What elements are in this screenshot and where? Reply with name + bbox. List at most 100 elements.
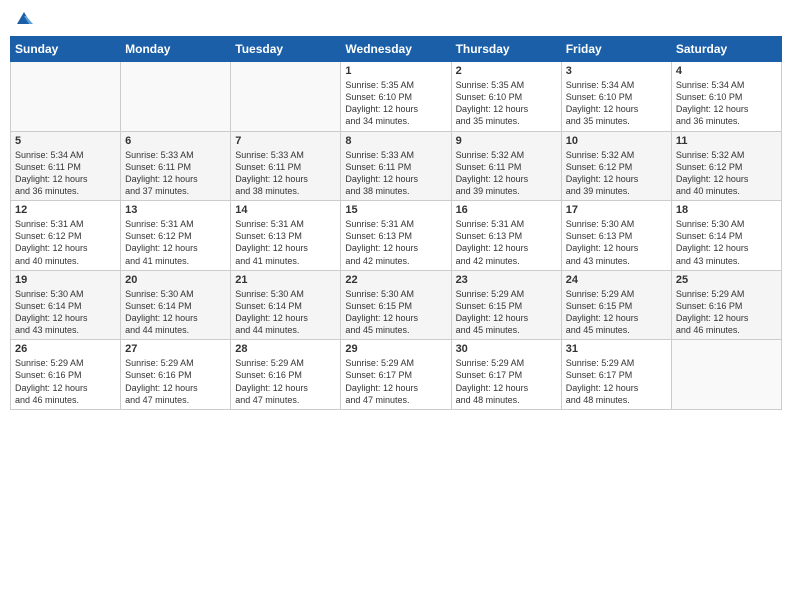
day-info: Sunrise: 5:34 AMSunset: 6:11 PMDaylight:… <box>15 149 116 198</box>
day-number: 2 <box>456 65 557 77</box>
calendar-cell: 10 Sunrise: 5:32 AMSunset: 6:12 PMDayligh… <box>561 131 671 201</box>
calendar-cell: 9 Sunrise: 5:32 AMSunset: 6:11 PMDaylight… <box>451 131 561 201</box>
calendar-cell: 1 Sunrise: 5:35 AMSunset: 6:10 PMDaylight… <box>341 62 451 132</box>
day-info: Sunrise: 5:33 AMSunset: 6:11 PMDaylight:… <box>345 149 446 198</box>
day-number: 14 <box>235 204 336 216</box>
calendar-cell: 19 Sunrise: 5:30 AMSunset: 6:14 PMDayligh… <box>11 270 121 340</box>
day-info: Sunrise: 5:30 AMSunset: 6:13 PMDaylight:… <box>566 218 667 267</box>
day-info: Sunrise: 5:29 AMSunset: 6:16 PMDaylight:… <box>125 357 226 406</box>
day-info: Sunrise: 5:33 AMSunset: 6:11 PMDaylight:… <box>235 149 336 198</box>
day-info: Sunrise: 5:34 AMSunset: 6:10 PMDaylight:… <box>676 79 777 128</box>
day-number: 31 <box>566 343 667 355</box>
day-info: Sunrise: 5:29 AMSunset: 6:17 PMDaylight:… <box>456 357 557 406</box>
day-info: Sunrise: 5:30 AMSunset: 6:15 PMDaylight:… <box>345 288 446 337</box>
day-info: Sunrise: 5:30 AMSunset: 6:14 PMDaylight:… <box>125 288 226 337</box>
column-header-friday: Friday <box>561 37 671 62</box>
column-header-monday: Monday <box>121 37 231 62</box>
calendar-cell: 3 Sunrise: 5:34 AMSunset: 6:10 PMDaylight… <box>561 62 671 132</box>
page-header <box>10 10 782 28</box>
calendar-week-5: 26 Sunrise: 5:29 AMSunset: 6:16 PMDayligh… <box>11 340 782 410</box>
day-number: 19 <box>15 274 116 286</box>
day-info: Sunrise: 5:35 AMSunset: 6:10 PMDaylight:… <box>345 79 446 128</box>
column-header-thursday: Thursday <box>451 37 561 62</box>
day-number: 15 <box>345 204 446 216</box>
calendar-cell: 13Sunrise: 5:31 AMSunset: 6:12 PMDayligh… <box>121 201 231 271</box>
logo <box>14 10 33 28</box>
calendar-cell: 18 Sunrise: 5:30 AMSunset: 6:14 PMDayligh… <box>671 201 781 271</box>
calendar-table: SundayMondayTuesdayWednesdayThursdayFrid… <box>10 36 782 410</box>
day-info: Sunrise: 5:35 AMSunset: 6:10 PMDaylight:… <box>456 79 557 128</box>
column-header-sunday: Sunday <box>11 37 121 62</box>
day-info: Sunrise: 5:31 AMSunset: 6:12 PMDaylight:… <box>125 218 226 267</box>
calendar-cell: 30Sunrise: 5:29 AMSunset: 6:17 PMDayligh… <box>451 340 561 410</box>
calendar-cell: 27 Sunrise: 5:29 AMSunset: 6:16 PMDayligh… <box>121 340 231 410</box>
calendar-cell <box>11 62 121 132</box>
calendar-week-4: 19 Sunrise: 5:30 AMSunset: 6:14 PMDayligh… <box>11 270 782 340</box>
day-info: Sunrise: 5:29 AMSunset: 6:17 PMDaylight:… <box>345 357 446 406</box>
calendar-cell: 5 Sunrise: 5:34 AMSunset: 6:11 PMDaylight… <box>11 131 121 201</box>
calendar-cell: 11 Sunrise: 5:32 AMSunset: 6:12 PMDayligh… <box>671 131 781 201</box>
day-info: Sunrise: 5:29 AMSunset: 6:16 PMDaylight:… <box>15 357 116 406</box>
day-info: Sunrise: 5:31 AMSunset: 6:13 PMDaylight:… <box>235 218 336 267</box>
day-number: 23 <box>456 274 557 286</box>
day-info: Sunrise: 5:31 AMSunset: 6:12 PMDaylight:… <box>15 218 116 267</box>
calendar-cell: 16Sunrise: 5:31 AMSunset: 6:13 PMDayligh… <box>451 201 561 271</box>
day-info: Sunrise: 5:29 AMSunset: 6:15 PMDaylight:… <box>456 288 557 337</box>
day-info: Sunrise: 5:30 AMSunset: 6:14 PMDaylight:… <box>235 288 336 337</box>
day-number: 11 <box>676 135 777 147</box>
day-info: Sunrise: 5:29 AMSunset: 6:17 PMDaylight:… <box>566 357 667 406</box>
day-info: Sunrise: 5:29 AMSunset: 6:16 PMDaylight:… <box>676 288 777 337</box>
calendar-cell: 2 Sunrise: 5:35 AMSunset: 6:10 PMDaylight… <box>451 62 561 132</box>
calendar-cell: 4Sunrise: 5:34 AMSunset: 6:10 PMDaylight… <box>671 62 781 132</box>
day-number: 10 <box>566 135 667 147</box>
calendar-cell <box>121 62 231 132</box>
day-number: 25 <box>676 274 777 286</box>
day-info: Sunrise: 5:30 AMSunset: 6:14 PMDaylight:… <box>15 288 116 337</box>
calendar-cell: 14 Sunrise: 5:31 AMSunset: 6:13 PMDayligh… <box>231 201 341 271</box>
calendar-header-row: SundayMondayTuesdayWednesdayThursdayFrid… <box>11 37 782 62</box>
day-number: 6 <box>125 135 226 147</box>
day-info: Sunrise: 5:34 AMSunset: 6:10 PMDaylight:… <box>566 79 667 128</box>
day-info: Sunrise: 5:33 AMSunset: 6:11 PMDaylight:… <box>125 149 226 198</box>
day-number: 3 <box>566 65 667 77</box>
column-header-tuesday: Tuesday <box>231 37 341 62</box>
day-info: Sunrise: 5:32 AMSunset: 6:12 PMDaylight:… <box>676 149 777 198</box>
day-info: Sunrise: 5:29 AMSunset: 6:16 PMDaylight:… <box>235 357 336 406</box>
column-header-saturday: Saturday <box>671 37 781 62</box>
day-info: Sunrise: 5:30 AMSunset: 6:14 PMDaylight:… <box>676 218 777 267</box>
calendar-cell: 24 Sunrise: 5:29 AMSunset: 6:15 PMDayligh… <box>561 270 671 340</box>
calendar-cell <box>231 62 341 132</box>
day-info: Sunrise: 5:32 AMSunset: 6:11 PMDaylight:… <box>456 149 557 198</box>
day-number: 22 <box>345 274 446 286</box>
day-number: 24 <box>566 274 667 286</box>
day-info: Sunrise: 5:29 AMSunset: 6:15 PMDaylight:… <box>566 288 667 337</box>
calendar-cell: 31 Sunrise: 5:29 AMSunset: 6:17 PMDayligh… <box>561 340 671 410</box>
calendar-cell: 28 Sunrise: 5:29 AMSunset: 6:16 PMDayligh… <box>231 340 341 410</box>
calendar-cell: 22 Sunrise: 5:30 AMSunset: 6:15 PMDayligh… <box>341 270 451 340</box>
day-info: Sunrise: 5:32 AMSunset: 6:12 PMDaylight:… <box>566 149 667 198</box>
calendar-cell: 25 Sunrise: 5:29 AMSunset: 6:16 PMDayligh… <box>671 270 781 340</box>
day-number: 21 <box>235 274 336 286</box>
day-number: 1 <box>345 65 446 77</box>
calendar-week-3: 12Sunrise: 5:31 AMSunset: 6:12 PMDayligh… <box>11 201 782 271</box>
day-number: 26 <box>15 343 116 355</box>
calendar-cell <box>671 340 781 410</box>
day-number: 29 <box>345 343 446 355</box>
day-number: 27 <box>125 343 226 355</box>
calendar-cell: 8 Sunrise: 5:33 AMSunset: 6:11 PMDaylight… <box>341 131 451 201</box>
column-header-wednesday: Wednesday <box>341 37 451 62</box>
calendar-week-1: 1 Sunrise: 5:35 AMSunset: 6:10 PMDaylight… <box>11 62 782 132</box>
day-number: 16 <box>456 204 557 216</box>
day-number: 18 <box>676 204 777 216</box>
day-number: 5 <box>15 135 116 147</box>
calendar-cell: 17Sunrise: 5:30 AMSunset: 6:13 PMDayligh… <box>561 201 671 271</box>
calendar-cell: 26 Sunrise: 5:29 AMSunset: 6:16 PMDayligh… <box>11 340 121 410</box>
calendar-cell: 12Sunrise: 5:31 AMSunset: 6:12 PMDayligh… <box>11 201 121 271</box>
day-number: 8 <box>345 135 446 147</box>
calendar-cell: 6 Sunrise: 5:33 AMSunset: 6:11 PMDaylight… <box>121 131 231 201</box>
day-number: 20 <box>125 274 226 286</box>
day-info: Sunrise: 5:31 AMSunset: 6:13 PMDaylight:… <box>345 218 446 267</box>
day-number: 28 <box>235 343 336 355</box>
calendar-cell: 7Sunrise: 5:33 AMSunset: 6:11 PMDaylight… <box>231 131 341 201</box>
day-number: 9 <box>456 135 557 147</box>
